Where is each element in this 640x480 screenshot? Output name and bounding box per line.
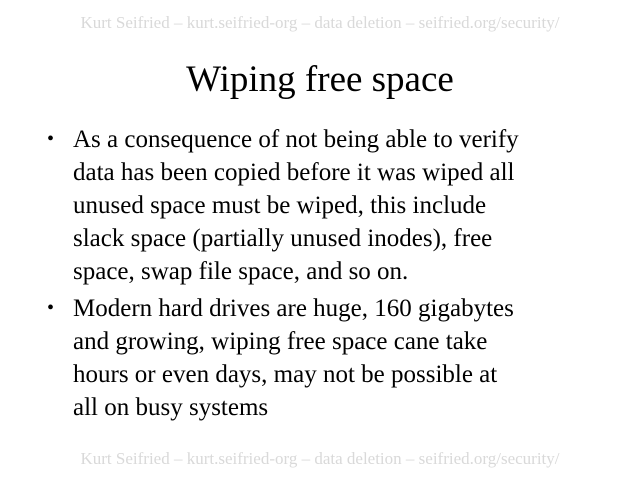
bullet-line: hours or even days, may not be possible …	[73, 361, 498, 388]
bullet-line: slack space (partially unused inodes), f…	[73, 225, 493, 252]
bullet-line: and growing, wiping free space cane take	[73, 328, 488, 355]
bullet-line: space, swap file space, and so on.	[73, 258, 409, 285]
bullet-line: unused space must be wiped, this include	[73, 192, 487, 219]
bullet-line: Modern hard drives are huge, 160 gigabyt…	[73, 295, 514, 322]
bullet-icon: •	[47, 297, 55, 319]
header-watermark: Kurt Seifried – kurt.seifried-org – data…	[80, 13, 560, 32]
bullet-icon: •	[47, 128, 55, 150]
slide: Kurt Seifried – kurt.seifried-org – data…	[0, 0, 640, 480]
bullet-line: all on busy systems	[73, 394, 269, 421]
bullet-item-1: • As a consequence of not being able to …	[47, 123, 607, 288]
bullet-line: As a consequence of not being able to ve…	[73, 126, 519, 153]
footer-watermark: Kurt Seifried – kurt.seifried-org – data…	[80, 449, 560, 468]
bullet-list: • As a consequence of not being able to …	[47, 123, 607, 428]
bullet-item-2: • Modern hard drives are huge, 160 gigab…	[47, 292, 607, 424]
bullet-line: data has been copied before it was wiped…	[73, 159, 515, 186]
slide-title: Wiping free space	[186, 59, 454, 100]
